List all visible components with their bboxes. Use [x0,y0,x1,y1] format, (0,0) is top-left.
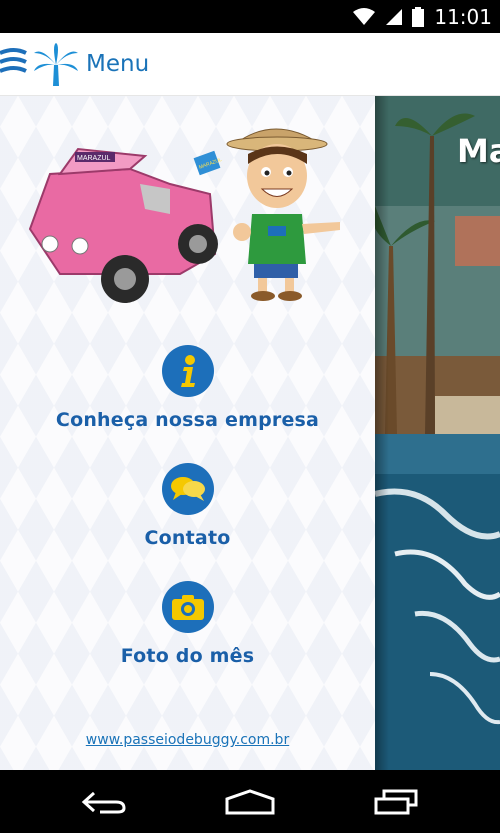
system-nav-bar [0,770,500,833]
wifi-icon [353,7,376,25]
status-time: 11:01 [434,4,492,29]
palm-tree-logo-icon[interactable] [32,43,80,87]
menu-item-label: Foto do mês [120,645,255,667]
recent-apps-button[interactable] [366,784,426,820]
svg-text:MARAZUL: MARAZUL [77,155,111,162]
drawer-shadow [375,96,389,770]
home-icon [225,789,275,815]
main-content: Ma [375,96,500,770]
menu-item-label: Conheça nossa empresa [55,409,320,431]
buggy-mascot-illustration: MARAZUL MARAZUL [28,128,340,303]
home-button[interactable] [220,784,280,820]
action-bar: Menu [0,33,500,96]
back-button[interactable] [74,784,134,820]
menu-item-photo-of-month[interactable]: Foto do mês [0,581,375,667]
mascot-illustration: MARAZUL [193,128,340,301]
status-icons: 11:01 [352,0,492,33]
ocean-waves-photo [375,434,500,770]
content-title: Ma [457,132,500,170]
chat-bubbles-icon [161,463,214,515]
battery-icon [412,6,425,27]
buggy-illustration: MARAZUL [28,147,218,303]
navigation-drawer: MARAZUL MARAZUL Conheça nossa empresa Co… [0,96,375,770]
back-arrow-icon [81,791,126,814]
menu-item-contact[interactable]: Contato [0,463,375,549]
signal-icon [386,8,403,25]
info-icon [161,345,214,397]
page-title: Menu [86,51,150,77]
status-bar: 11:01 [0,0,500,33]
recent-apps-icon [374,789,418,815]
menu-item-label: Contato [144,527,231,549]
camera-icon [161,581,214,633]
drawer-toggle-icon[interactable] [0,45,28,81]
website-link[interactable]: www.passeiodebuggy.com.br [0,732,375,748]
menu-item-company[interactable]: Conheça nossa empresa [0,345,375,431]
